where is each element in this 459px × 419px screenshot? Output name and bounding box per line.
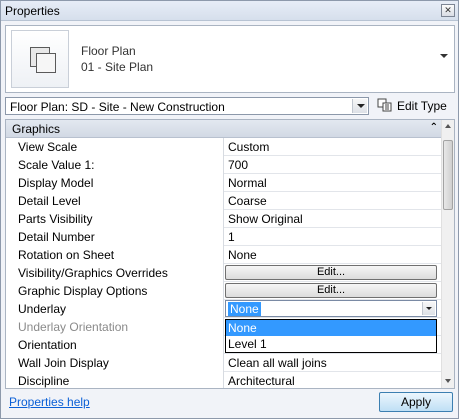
property-name: View Scale — [6, 138, 224, 156]
property-row[interactable]: Wall Join Display Clean all wall joins — [6, 354, 442, 372]
group-header-graphics[interactable]: Graphics ⌃ — [6, 120, 442, 138]
property-row[interactable]: Parts Visibility Show Original — [6, 210, 442, 228]
properties-help-link[interactable]: Properties help — [9, 395, 90, 409]
property-row[interactable]: Discipline Architectural — [6, 372, 442, 388]
vertical-scrollbar[interactable] — [441, 120, 454, 388]
property-name: Display Model — [6, 174, 224, 192]
underlay-combo[interactable]: None — [225, 300, 437, 317]
property-row[interactable]: Rotation on Sheet None — [6, 246, 442, 264]
edit-type-label: Edit Type — [397, 99, 447, 113]
scrollbar-thumb[interactable] — [443, 140, 453, 210]
dropdown-option[interactable]: None — [226, 320, 436, 336]
type-name-label: 01 - Site Plan — [81, 60, 154, 74]
type-family-label: Floor Plan — [81, 44, 136, 58]
property-name: Rotation on Sheet — [6, 246, 224, 264]
instance-filter-dropdown[interactable]: Floor Plan: SD - Site - New Construction — [5, 97, 369, 115]
edit-button[interactable]: Edit... — [225, 283, 437, 298]
property-value[interactable]: None — [225, 246, 442, 264]
floor-plan-icon — [11, 30, 69, 88]
underlay-dropdown-list[interactable]: None Level 1 — [225, 319, 437, 353]
title-bar[interactable]: Properties ✕ — [1, 1, 458, 21]
property-name: Underlay Orientation — [6, 318, 224, 336]
edit-button[interactable]: Edit... — [225, 265, 437, 280]
property-name: Visibility/Graphics Overrides — [6, 264, 224, 282]
properties-palette: Properties ✕ Floor Plan 01 - Site Plan F… — [0, 0, 459, 419]
property-row[interactable]: Underlay None — [6, 300, 442, 318]
property-row[interactable]: Visibility/Graphics Overrides Edit... — [6, 264, 442, 282]
property-name: Scale Value 1: — [6, 156, 224, 174]
window-title: Properties — [5, 4, 60, 18]
property-value[interactable]: Clean all wall joins — [225, 354, 442, 372]
property-row[interactable]: View Scale Custom — [6, 138, 442, 156]
property-name: Underlay — [6, 300, 224, 318]
close-button[interactable]: ✕ — [441, 4, 455, 17]
property-value[interactable]: 1 — [225, 228, 442, 246]
property-row[interactable]: Graphic Display Options Edit... — [6, 282, 442, 300]
property-name: Discipline — [6, 372, 224, 388]
property-value[interactable]: 700 — [225, 156, 442, 174]
underlay-combo-value: None — [228, 302, 261, 316]
property-name: Detail Level — [6, 192, 224, 210]
property-name: Parts Visibility — [6, 210, 224, 228]
collapse-icon[interactable]: ⌃ — [430, 122, 438, 134]
property-row[interactable]: Detail Level Coarse — [6, 192, 442, 210]
scroll-up-icon[interactable] — [442, 120, 454, 133]
group-title: Graphics — [12, 122, 61, 136]
properties-grid: Graphics ⌃ View Scale Custom Scale Value 1… — [5, 119, 455, 389]
property-row[interactable]: Display Model Normal — [6, 174, 442, 192]
apply-button[interactable]: Apply — [379, 392, 453, 412]
property-name: Graphic Display Options — [6, 282, 224, 300]
dropdown-option[interactable]: Level 1 — [226, 336, 436, 352]
property-value[interactable]: Coarse — [225, 192, 442, 210]
property-value[interactable]: Architectural — [225, 372, 442, 388]
type-selector-panel[interactable]: Floor Plan 01 - Site Plan — [5, 25, 455, 93]
property-name: Orientation — [6, 336, 224, 354]
property-row[interactable]: Scale Value 1: 700 — [6, 156, 442, 174]
chevron-down-icon[interactable] — [352, 99, 367, 113]
scroll-down-icon[interactable] — [442, 375, 454, 388]
property-name: Wall Join Display — [6, 354, 224, 372]
property-value[interactable]: Normal — [225, 174, 442, 192]
instance-filter-value: Floor Plan: SD - Site - New Construction — [10, 100, 225, 114]
edit-type-button[interactable]: Edit Type — [375, 97, 455, 115]
chevron-down-icon[interactable] — [422, 302, 435, 315]
property-value[interactable]: Custom — [225, 138, 442, 156]
edit-type-icon — [377, 98, 392, 112]
type-dropdown-arrow-icon[interactable] — [440, 54, 448, 58]
footer: Properties help Apply — [1, 391, 458, 418]
property-row[interactable]: Detail Number 1 — [6, 228, 442, 246]
property-value[interactable]: Show Original — [225, 210, 442, 228]
property-name: Detail Number — [6, 228, 224, 246]
